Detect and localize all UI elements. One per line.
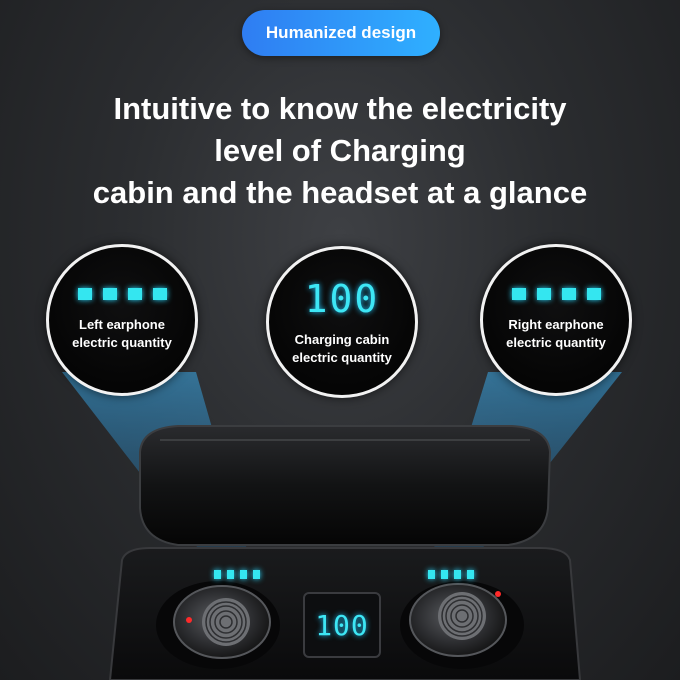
- level-bar: [428, 570, 435, 579]
- right-earphone-level: [511, 288, 601, 300]
- case-battery-display: 100: [303, 592, 381, 658]
- charging-cabin-callout: 100 Charging cabin electric quantity: [266, 246, 418, 398]
- level-bar: [561, 288, 576, 300]
- left-earphone-level: [77, 288, 167, 300]
- level-bar: [467, 570, 474, 579]
- level-bar: [454, 570, 461, 579]
- level-bar: [152, 288, 167, 300]
- charging-cabin-reading: 100: [304, 277, 380, 321]
- left-led: [186, 617, 192, 623]
- level-bar: [253, 570, 260, 579]
- right-fingerprint-pad: [438, 592, 486, 640]
- level-bar: [586, 288, 601, 300]
- level-bar: [511, 288, 526, 300]
- left-earphone-callout: Left earphone electric quantity: [46, 244, 198, 396]
- case-lid: [139, 425, 552, 546]
- right-earphone-label: Right earphone electric quantity: [506, 317, 606, 350]
- level-bar: [240, 570, 247, 579]
- right-level-indicator: [428, 570, 474, 579]
- left-fingerprint-pad: [202, 598, 250, 646]
- level-bar: [77, 288, 92, 300]
- right-led: [495, 591, 501, 597]
- level-bar: [441, 570, 448, 579]
- right-earphone-callout: Right earphone electric quantity: [480, 244, 632, 396]
- level-bar: [102, 288, 117, 300]
- left-level-indicator: [214, 570, 260, 579]
- level-bar: [127, 288, 142, 300]
- level-bar: [536, 288, 551, 300]
- charging-cabin-label: Charging cabin electric quantity: [292, 332, 392, 365]
- left-earphone-label: Left earphone electric quantity: [72, 317, 172, 350]
- level-bar: [227, 570, 234, 579]
- level-bar: [214, 570, 221, 579]
